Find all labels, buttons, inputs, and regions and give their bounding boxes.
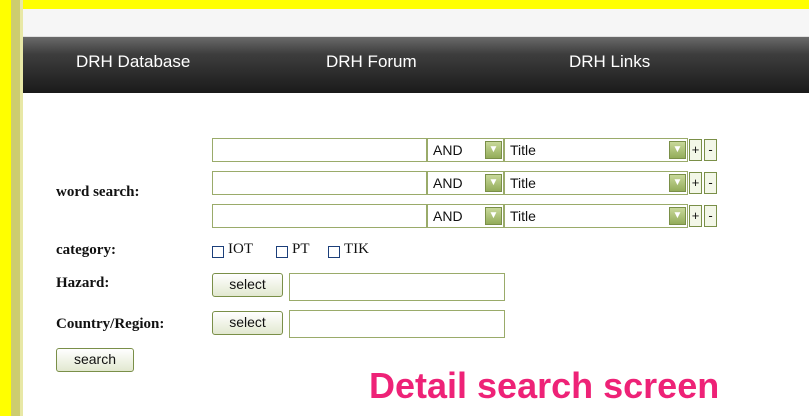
hazard-select-button[interactable]: select [212, 273, 283, 297]
chevron-down-icon: ▼ [485, 141, 502, 159]
operator-select-1[interactable]: AND ▼ [427, 138, 504, 162]
operator-value-3: AND [433, 208, 463, 224]
field-select-3[interactable]: Title ▼ [504, 204, 688, 228]
country-region-input[interactable] [289, 310, 505, 338]
keyword-input-2[interactable] [212, 171, 427, 195]
word-search-label: word search: [56, 184, 140, 200]
category-label: category: [56, 242, 116, 258]
left-decor-bar [11, 0, 20, 416]
nav-drh-links[interactable]: DRH Links [569, 52, 650, 72]
operator-value-2: AND [433, 175, 463, 191]
top-strip [23, 9, 809, 37]
add-row-button-3[interactable]: + [689, 205, 702, 227]
search-button[interactable]: search [56, 348, 134, 372]
nav-bar: DRH Database DRH Forum DRH Links [23, 37, 809, 93]
hazard-input[interactable] [289, 273, 505, 301]
field-value-3: Title [510, 208, 536, 224]
operator-value-1: AND [433, 142, 463, 158]
add-row-button-2[interactable]: + [689, 172, 702, 194]
chevron-down-icon: ▼ [669, 141, 686, 159]
country-select-button[interactable]: select [212, 311, 283, 335]
field-value-2: Title [510, 175, 536, 191]
chevron-down-icon: ▼ [485, 174, 502, 192]
category-checkbox-tik[interactable] [328, 246, 340, 258]
category-label-tik: TIK [344, 241, 369, 257]
add-row-button-1[interactable]: + [689, 139, 702, 161]
keyword-input-1[interactable] [212, 138, 427, 162]
chevron-down-icon: ▼ [669, 207, 686, 225]
field-value-1: Title [510, 142, 536, 158]
operator-select-3[interactable]: AND ▼ [427, 204, 504, 228]
operator-select-2[interactable]: AND ▼ [427, 171, 504, 195]
field-select-1[interactable]: Title ▼ [504, 138, 688, 162]
remove-row-button-1[interactable]: - [704, 139, 717, 161]
chevron-down-icon: ▼ [669, 174, 686, 192]
field-select-2[interactable]: Title ▼ [504, 171, 688, 195]
category-label-iot: IOT [228, 241, 253, 257]
slide-frame: DRH Database DRH Forum DRH Links word se… [0, 0, 809, 416]
nav-drh-forum[interactable]: DRH Forum [326, 52, 417, 72]
category-checkbox-pt[interactable] [276, 246, 288, 258]
chevron-down-icon: ▼ [485, 207, 502, 225]
hazard-label: Hazard: [56, 275, 110, 291]
browser-page: DRH Database DRH Forum DRH Links word se… [23, 9, 809, 416]
nav-drh-database[interactable]: DRH Database [76, 52, 190, 72]
keyword-input-3[interactable] [212, 204, 427, 228]
remove-row-button-3[interactable]: - [704, 205, 717, 227]
country-region-label: Country/Region: [56, 316, 165, 332]
category-checkbox-iot[interactable] [212, 246, 224, 258]
category-label-pt: PT [292, 241, 310, 257]
remove-row-button-2[interactable]: - [704, 172, 717, 194]
slide-caption: Detail search screen [369, 365, 720, 406]
